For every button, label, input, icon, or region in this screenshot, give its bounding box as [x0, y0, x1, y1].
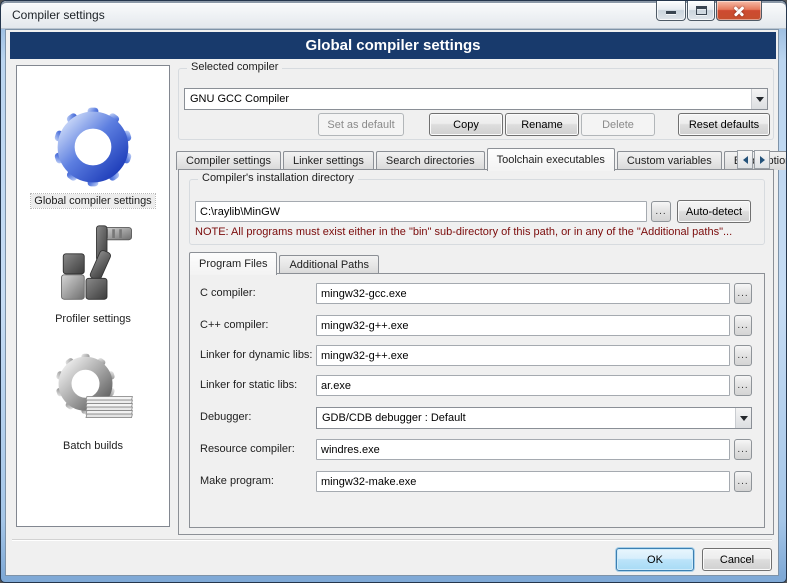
make-program-input[interactable] — [316, 471, 730, 492]
window-controls — [655, 1, 762, 21]
settings-tab-strip: Compiler settings Linker settings Search… — [176, 147, 787, 170]
installation-directory-group-label: Compiler's installation directory — [198, 172, 358, 184]
window-title: Compiler settings — [12, 8, 105, 22]
caliper-icon — [51, 224, 135, 308]
c-compiler-label: C compiler: — [200, 287, 256, 299]
static-linker-browse-button[interactable]: ... — [734, 375, 752, 396]
tab-toolchain-executables[interactable]: Toolchain executables — [487, 148, 615, 171]
settings-category-list: Global compiler settings — [16, 65, 170, 527]
sidebar-item-label: Profiler settings — [52, 312, 134, 326]
debugger-select-value: GDB/CDB debugger : Default — [317, 412, 735, 424]
titlebar[interactable]: Compiler settings — [1, 1, 786, 29]
selected-compiler-group-label: Selected compiler — [187, 61, 282, 73]
compiler-select-value: GNU GCC Compiler — [185, 93, 751, 105]
chevron-down-icon — [756, 97, 764, 102]
installation-directory-browse-button[interactable]: ... — [651, 201, 671, 222]
static-linker-label: Linker for static libs: — [200, 379, 297, 391]
debugger-label: Debugger: — [200, 411, 251, 423]
make-program-browse-button[interactable]: ... — [734, 471, 752, 492]
copy-button[interactable]: Copy — [429, 113, 503, 136]
reset-defaults-button[interactable]: Reset defaults — [678, 113, 770, 136]
program-files-panel: C compiler: ... C++ compiler: ... Linker… — [189, 273, 765, 528]
sidebar-item-profiler-settings[interactable]: Profiler settings — [17, 224, 169, 326]
ok-button[interactable]: OK — [616, 548, 694, 571]
set-as-default-button[interactable]: Set as default — [318, 113, 404, 136]
close-icon — [733, 10, 745, 12]
dynamic-linker-label: Linker for dynamic libs: — [200, 349, 313, 361]
maximize-button[interactable] — [687, 1, 715, 21]
debugger-select[interactable]: GDB/CDB debugger : Default — [316, 407, 752, 429]
dynamic-linker-input[interactable] — [316, 345, 730, 366]
chevron-down-icon — [740, 416, 748, 421]
compiler-settings-window: Compiler settings Global compiler settin… — [0, 0, 787, 583]
page-title: Global compiler settings — [305, 37, 480, 54]
resource-compiler-label: Resource compiler: — [200, 443, 295, 455]
installation-directory-input[interactable] — [195, 201, 647, 222]
sidebar-item-global-compiler-settings[interactable]: Global compiler settings — [17, 104, 169, 208]
delete-button[interactable]: Delete — [581, 113, 655, 136]
tab-scroll-right-button[interactable] — [754, 150, 770, 169]
page-title-banner: Global compiler settings — [10, 32, 776, 59]
static-linker-input[interactable] — [316, 375, 730, 396]
close-button[interactable] — [716, 1, 762, 21]
paths-subtab-strip: Program Files Additional Paths — [189, 250, 381, 274]
dynamic-linker-browse-button[interactable]: ... — [734, 345, 752, 366]
cancel-button[interactable]: Cancel — [702, 548, 772, 571]
tab-search-directories[interactable]: Search directories — [376, 151, 485, 170]
resource-compiler-browse-button[interactable]: ... — [734, 439, 752, 460]
blue-gear-icon — [50, 104, 136, 190]
installation-note: NOTE: All programs must exist either in … — [195, 226, 755, 238]
tab-custom-variables[interactable]: Custom variables — [617, 151, 722, 170]
gray-gear-stack-icon — [51, 351, 135, 435]
tab-compiler-settings[interactable]: Compiler settings — [176, 151, 281, 170]
sidebar-item-batch-builds[interactable]: Batch builds — [17, 351, 169, 453]
cpp-compiler-label: C++ compiler: — [200, 319, 268, 331]
rename-button[interactable]: Rename — [505, 113, 579, 136]
resource-compiler-input[interactable] — [316, 439, 730, 460]
tab-linker-settings[interactable]: Linker settings — [283, 151, 374, 170]
c-compiler-input[interactable] — [316, 283, 730, 304]
cpp-compiler-input[interactable] — [316, 315, 730, 336]
auto-detect-button[interactable]: Auto-detect — [677, 200, 751, 223]
sidebar-item-label: Global compiler settings — [31, 194, 154, 208]
make-program-label: Make program: — [200, 475, 274, 487]
minimize-icon — [666, 11, 676, 14]
toolchain-executables-panel: Compiler's installation directory ... Au… — [178, 169, 774, 535]
dialog-client-area: Global compiler settings — [5, 29, 779, 576]
maximize-icon — [696, 6, 707, 15]
tab-scroll-left-button[interactable] — [737, 150, 753, 169]
chevron-right-icon — [760, 156, 765, 164]
sidebar-item-label: Batch builds — [60, 439, 126, 453]
cpp-compiler-browse-button[interactable]: ... — [734, 315, 752, 336]
subtab-additional-paths[interactable]: Additional Paths — [279, 255, 379, 274]
footer-separator — [12, 539, 772, 541]
minimize-button[interactable] — [656, 1, 686, 21]
compiler-select[interactable]: GNU GCC Compiler — [184, 88, 768, 110]
subtab-program-files[interactable]: Program Files — [189, 252, 277, 275]
chevron-left-icon — [743, 156, 748, 164]
c-compiler-browse-button[interactable]: ... — [734, 283, 752, 304]
